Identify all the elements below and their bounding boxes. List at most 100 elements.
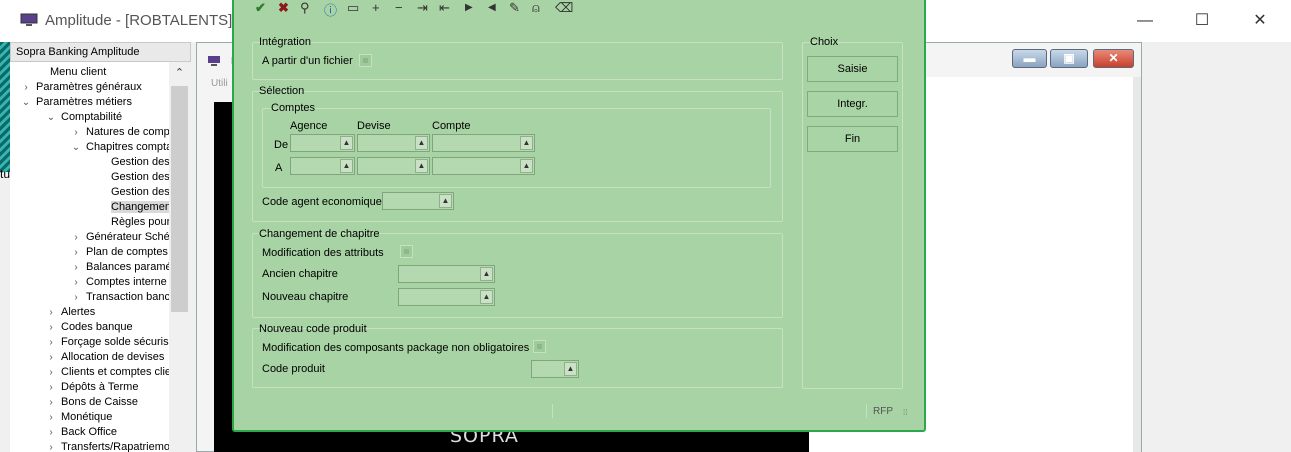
minimize-button[interactable]: —	[1130, 8, 1160, 34]
sidebar-tree-item[interactable]: Gestion des	[95, 170, 169, 185]
up-arrow-icon[interactable]: ▲	[340, 159, 353, 173]
up-arrow-icon[interactable]: ▲	[520, 136, 533, 150]
fin-button[interactable]: Fin	[807, 126, 898, 152]
sidebar-tree-item[interactable]: Gestion des	[95, 155, 169, 170]
remove-icon[interactable]: −	[395, 0, 403, 15]
chevron-down-icon[interactable]: ⌄	[20, 95, 32, 110]
maximize-button[interactable]: ☐	[1187, 8, 1217, 34]
binoculars-icon[interactable]: ⚲	[300, 0, 310, 16]
chevron-down-icon[interactable]: ⌄	[45, 110, 57, 125]
sidebar-tree-item[interactable]: › Transferts/Rapatriemo	[45, 440, 169, 452]
cancel-icon[interactable]: ✖	[278, 0, 289, 16]
sidebar-tree-item[interactable]: › Codes banque	[45, 320, 133, 335]
stamp-icon[interactable]: ⍝	[532, 0, 540, 16]
up-arrow-icon[interactable]: ▲	[480, 290, 493, 304]
saisie-button[interactable]: Saisie	[807, 56, 898, 82]
sidebar-tree-item[interactable]: › Natures de comp	[70, 125, 169, 140]
inner-minimize-button[interactable]: ▬	[1012, 49, 1047, 68]
chevron-right-icon[interactable]: ›	[70, 125, 82, 140]
modif-composants-checkbox[interactable]	[533, 340, 546, 353]
col-agence: Agence	[290, 120, 328, 132]
sidebar-tree-item[interactable]: › Allocation de devises	[45, 350, 164, 365]
up-arrow-icon[interactable]: ▲	[415, 159, 428, 173]
chevron-right-icon[interactable]: ›	[70, 230, 82, 245]
up-arrow-icon[interactable]: ▲	[520, 159, 533, 173]
scrollbar-thumb[interactable]	[171, 86, 188, 312]
sidebar-tree-item[interactable]: Changemen	[95, 200, 169, 215]
previous-icon[interactable]: ◀	[488, 2, 496, 13]
up-arrow-icon[interactable]: ▲	[564, 362, 577, 376]
sidebar-tree-item[interactable]: Gestion des	[95, 185, 169, 200]
inner-close-button[interactable]: ✕	[1093, 49, 1134, 68]
chevron-right-icon[interactable]: ›	[45, 320, 57, 335]
up-arrow-icon[interactable]: ▲	[415, 136, 428, 150]
chevron-right-icon[interactable]: ›	[45, 410, 57, 425]
add-icon[interactable]: +	[372, 0, 380, 15]
de-devise-field[interactable]: ▲	[357, 134, 430, 152]
nouveau-chapitre-field[interactable]: ▲	[398, 288, 495, 306]
sidebar-tree-item[interactable]: › Bons de Caisse	[45, 395, 138, 410]
a-devise-field[interactable]: ▲	[357, 157, 430, 175]
sidebar-tree-item[interactable]: Règles pour	[95, 215, 169, 230]
next-icon[interactable]: ▶	[465, 2, 473, 13]
chevron-right-icon[interactable]: ›	[45, 365, 57, 380]
close-button[interactable]: ✕	[1245, 8, 1275, 34]
chevron-right-icon[interactable]: ›	[45, 380, 57, 395]
chevron-right-icon[interactable]: ›	[45, 440, 57, 452]
chevron-right-icon[interactable]: ›	[45, 425, 57, 440]
modif-attributs-checkbox[interactable]	[400, 245, 413, 258]
scroll-up-icon[interactable]: ⌃	[169, 66, 190, 82]
chevron-right-icon[interactable]: ›	[45, 395, 57, 410]
sidebar-tree-item[interactable]: › Balances paramé	[70, 260, 169, 275]
sidebar-tree-item[interactable]: › Transaction banc	[70, 290, 169, 305]
resize-grip-icon[interactable]: ⁞⁞	[903, 408, 907, 417]
de-agence-field[interactable]: ▲	[290, 134, 355, 152]
first-icon[interactable]: ⇤	[439, 0, 450, 16]
edit-icon[interactable]: ✎	[509, 0, 520, 16]
chevron-right-icon[interactable]: ›	[20, 80, 32, 95]
inner-maximize-button[interactable]: ▣	[1050, 49, 1088, 68]
eraser-icon[interactable]: ⌫	[555, 0, 573, 16]
sidebar-tree-item[interactable]: ⌄ Paramètres métiers	[20, 95, 132, 110]
sidebar-tree-item[interactable]: ⌄ Chapitres compta	[70, 140, 169, 155]
sidebar-tree-item[interactable]: › Dépôts à Terme	[45, 380, 138, 395]
de-compte-field[interactable]: ▲	[432, 134, 535, 152]
chevron-right-icon[interactable]: ›	[45, 305, 57, 320]
chevron-right-icon[interactable]: ›	[45, 335, 57, 350]
navigation-tree: Menu client › Paramètres généraux ⌄ Paramètr…	[10, 62, 169, 452]
sidebar-tree-item[interactable]: ⌄ Comptabilité	[45, 110, 122, 125]
ancien-chapitre-field[interactable]: ▲	[398, 265, 495, 283]
sidebar-tree-item[interactable]: › Plan de comptes	[70, 245, 168, 260]
from-file-checkbox[interactable]	[359, 54, 372, 67]
sidebar-tree-item[interactable]: › Paramètres généraux	[20, 80, 141, 95]
chevron-right-icon[interactable]: ›	[70, 260, 82, 275]
sidebar-tree-item[interactable]: › Alertes	[45, 305, 95, 320]
a-compte-field[interactable]: ▲	[432, 157, 535, 175]
sidebar-item-label: Codes banque	[61, 321, 133, 333]
sidebar-tree-item[interactable]: › Comptes interne	[70, 275, 166, 290]
sidebar-item-label: Gestion des	[111, 156, 169, 168]
integr-button[interactable]: Integr.	[807, 91, 898, 117]
a-agence-field[interactable]: ▲	[290, 157, 355, 175]
code-produit-field[interactable]: ▲	[531, 360, 579, 378]
sidebar-tree-item[interactable]: Menu client	[34, 65, 106, 80]
chevron-down-icon[interactable]: ⌄	[70, 140, 82, 155]
up-arrow-icon[interactable]: ▲	[480, 267, 493, 281]
open-folder-icon[interactable]: ▭	[347, 0, 359, 16]
last-icon[interactable]: ⇥	[417, 0, 428, 16]
chevron-right-icon[interactable]: ›	[45, 350, 57, 365]
info-icon[interactable]: ⓘ	[324, 0, 337, 19]
sidebar-tree-item[interactable]: › Forçage solde sécurisé	[45, 335, 169, 350]
sidebar-tree-item[interactable]: › Générateur Sché	[70, 230, 169, 245]
sidebar-tree-item[interactable]: › Clients et comptes clie	[45, 365, 169, 380]
up-arrow-icon[interactable]: ▲	[439, 194, 452, 208]
chevron-right-icon[interactable]: ›	[70, 245, 82, 260]
chevron-right-icon[interactable]: ›	[70, 290, 82, 305]
chevron-right-icon[interactable]: ›	[70, 275, 82, 290]
sidebar-tree-item[interactable]: › Monétique	[45, 410, 112, 425]
validate-icon[interactable]: ✔	[255, 0, 266, 16]
inner-scrollbar[interactable]	[1133, 77, 1141, 452]
up-arrow-icon[interactable]: ▲	[340, 136, 353, 150]
code-agent-field[interactable]: ▲	[382, 192, 454, 210]
sidebar-tree-item[interactable]: › Back Office	[45, 425, 117, 440]
